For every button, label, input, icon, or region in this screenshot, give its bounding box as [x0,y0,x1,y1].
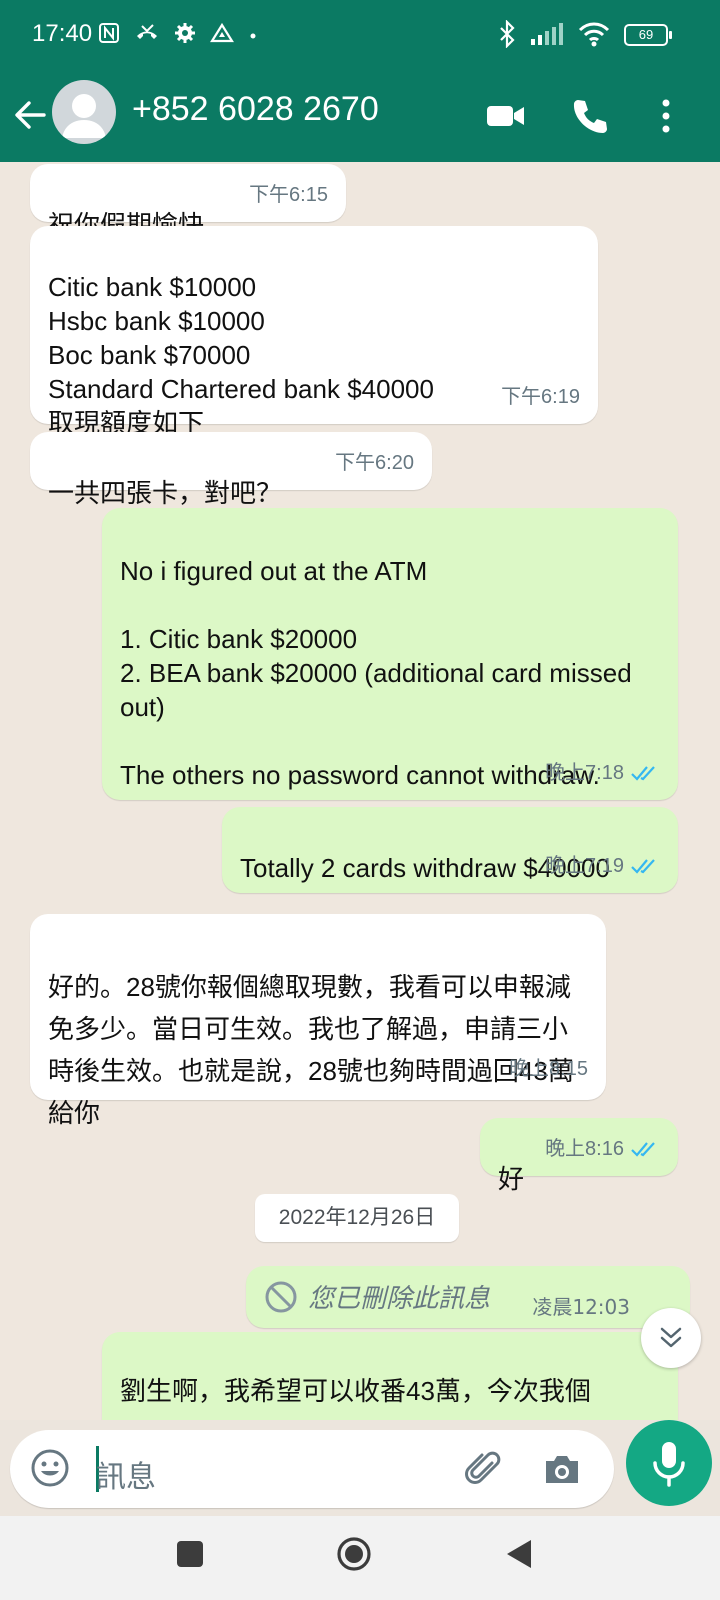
wifi-icon [578,22,610,47]
read-ticks-icon [631,1142,655,1157]
message-meta: 晚上7:19 [545,849,660,883]
emoji-button[interactable] [28,1446,72,1490]
nfc-icon [99,23,119,43]
message-time: 晚上7:18 [545,762,624,784]
message-time: 晚上7:19 [545,855,624,877]
message-time: 凌晨12:03 [532,1295,630,1319]
deleted-message-text: 您已刪除此訊息 [308,1283,491,1313]
camera-button[interactable] [540,1447,584,1491]
settings-icon [175,23,195,43]
home-button[interactable] [336,1536,372,1572]
back-button[interactable] [12,92,52,138]
message-bubble[interactable]: Totally 2 cards withdraw $40000 晚上7:19 [222,807,678,893]
status-bar: 17:40 69 [0,0,720,70]
more-vert-icon [662,99,670,133]
phone-icon [573,100,607,133]
message-meta: 晚上7:18 [545,756,660,790]
date-divider: 2022年12月26日 [255,1194,459,1242]
status-icons-right [498,20,610,48]
status-icons-left [98,22,258,44]
dot-icon [250,33,256,39]
emoji-icon [31,1449,69,1487]
message-bubble[interactable]: No i figured out at the ATM 1. Citic ban… [102,508,678,800]
deleted-icon [265,1281,297,1313]
missed-call-icon [137,24,157,39]
scroll-down-icon [660,1327,682,1348]
contact-name[interactable]: +852 6028 2670 [132,90,379,129]
message-time: 晚上8:16 [545,1138,624,1160]
message-input-placeholder[interactable]: 訊息 [96,1452,156,1496]
system-nav-bar [0,1516,720,1600]
message-text: 一共四張卡，對吧？ [48,478,283,508]
message-bubble[interactable]: 好的。28號你報個總取現數，我看可以申報減免多少。當日可生效。我也了解過，申請三… [30,914,606,1128]
message-input-bar[interactable]: 訊息 [10,1430,614,1508]
drive-icon [210,22,234,43]
mic-icon [653,1442,685,1487]
message-text: 好的。28號你報個總取現數，我看可以申報減免多少。當日可生效。我也了解過，申請三… [48,972,574,1128]
message-text: 好 [498,1164,525,1194]
message-bubble[interactable]: Citic bank $10000 Hsbc bank $10000 Boc b… [30,226,598,438]
back-triangle-icon [507,1540,531,1568]
message-bubble[interactable]: 一共四張卡，對吧？ 下午6:20 [30,432,432,508]
message-time: 晚上8:15 [509,1058,588,1080]
chat-area[interactable]: 祝你假期愉快 下午6:15 Citic bank $10000 Hsbc ban… [0,162,720,1420]
message-text: 劉生啊，我希望可以收番43萬，今次我個 [120,1376,591,1406]
video-call-icon [487,106,524,126]
message-bubble[interactable]: 劉生啊，我希望可以收番43萬，今次我個 [102,1332,678,1420]
message-bubble[interactable]: 好 晚上8:16 [480,1118,678,1194]
recents-icon [177,1541,203,1567]
signal-icon [531,23,563,45]
message-time: 下午6:15 [249,184,328,206]
message-text: No i figured out at the ATM 1. Citic ban… [120,556,632,790]
voice-message-button[interactable] [626,1420,712,1506]
recents-button[interactable] [176,1540,204,1568]
back-arrow-icon [15,101,46,129]
read-ticks-icon [631,859,655,874]
message-meta: 晚上8:16 [545,1132,660,1166]
deleted-message-bubble[interactable]: 您已刪除此訊息 凌晨12:03 [246,1266,690,1328]
chat-header: +852 6028 2670 [0,70,720,162]
camera-icon [546,1456,578,1483]
status-time: 17:40 [32,20,93,47]
video-call-button[interactable] [484,94,528,138]
message-time: 下午6:20 [335,452,414,474]
message-text: Citic bank $10000 Hsbc bank $10000 Boc b… [48,272,434,438]
avatar[interactable] [52,80,116,144]
bluetooth-icon [500,20,515,48]
message-time: 下午6:19 [501,386,580,408]
attach-button[interactable] [462,1447,506,1491]
attach-icon [465,1451,501,1484]
back-nav-button[interactable] [504,1538,534,1570]
more-options-button[interactable] [644,94,688,138]
voice-call-button[interactable] [568,94,612,138]
default-avatar-icon [62,94,106,138]
home-icon [337,1537,371,1571]
battery-indicator: 69 [624,24,672,46]
scroll-down-button[interactable] [641,1308,701,1368]
read-ticks-icon [631,766,655,781]
message-bubble[interactable]: 祝你假期愉快 下午6:15 [30,164,346,240]
